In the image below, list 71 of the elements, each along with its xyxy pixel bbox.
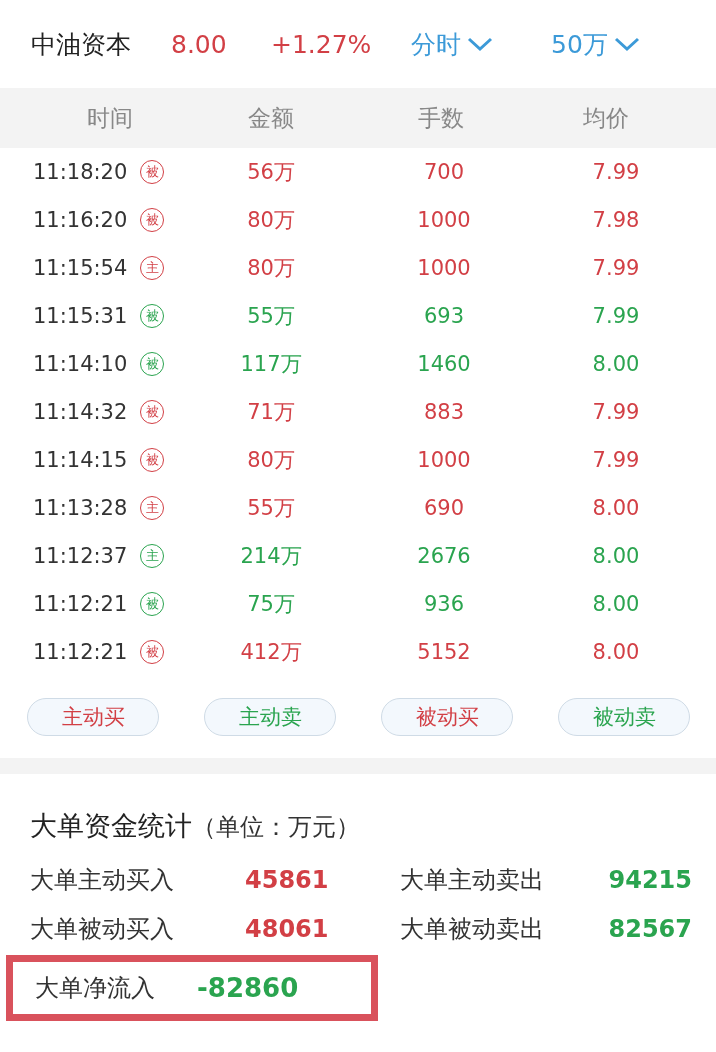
trade-lots: 1000 [417,448,471,472]
stat-value: 48061 [245,915,330,943]
trade-amount: 214万 [240,543,302,570]
trade-lots: 1460 [417,352,471,376]
filter-button[interactable]: 被动卖 [558,698,690,736]
trade-lots: 700 [423,160,465,184]
trade-amount: 117万 [240,351,302,378]
section-title: 大单资金统计 [30,810,192,841]
chevron-down-icon [467,36,493,52]
trade-amount: 56万 [247,159,295,186]
trade-price: 8.00 [592,640,640,664]
stat-value: 45861 [245,866,330,894]
stat-value: -82860 [197,973,299,1003]
trade-lots: 5152 [417,640,471,664]
trade-time: 11:14:15 [33,448,128,472]
trade-lots: 1000 [417,208,471,232]
stat-label: 大单被动卖出 [400,914,545,945]
price-change: +1.27% [271,29,373,59]
trade-time: 11:15:31 [33,304,128,328]
trade-time: 11:18:20 [33,160,128,184]
trade-price: 7.99 [592,304,640,328]
trade-lots: 690 [423,496,465,520]
filter-button[interactable]: 主动买 [27,698,159,736]
trade-amount: 55万 [247,303,295,330]
chevron-down-icon [613,36,640,52]
trade-lots: 693 [423,304,465,328]
trade-price: 7.99 [592,160,640,184]
trade-price: 7.99 [592,448,640,472]
trade-time: 11:12:21 [33,640,128,664]
trade-time: 11:13:28 [33,496,128,520]
threshold-dropdown[interactable]: 50万 [551,27,691,61]
column-header: 手数 [418,103,464,133]
trade-amount: 412万 [240,639,302,666]
trade-amount: 75万 [247,591,295,618]
stat-label: 大单主动买入 [30,865,175,896]
trade-price: 8.00 [592,496,640,520]
trade-price: 7.99 [592,400,640,424]
stat-value: 82567 [607,915,692,943]
trade-amount: 80万 [247,447,295,474]
trade-price: 7.98 [592,208,640,232]
trade-lots: 2676 [417,544,471,568]
trade-amount: 55万 [247,495,295,522]
trade-amount: 71万 [247,399,295,426]
trade-price: 7.99 [592,256,640,280]
stock-price: 8.00 [171,29,228,59]
trade-lots: 1000 [417,256,471,280]
period-dropdown[interactable]: 分时 [411,27,551,61]
filter-button[interactable]: 主动卖 [204,698,336,736]
trade-time: 11:14:10 [33,352,128,376]
stat-label: 大单主动卖出 [400,865,545,896]
trade-amount: 80万 [247,207,295,234]
column-header: 金额 [248,103,294,133]
column-header: 均价 [583,103,629,133]
trade-lots: 936 [423,592,465,616]
trade-price: 8.00 [592,544,640,568]
trade-time: 11:15:54 [33,256,128,280]
trade-amount: 80万 [247,255,295,282]
stat-value: 94215 [607,866,692,894]
column-header: 时间 [87,103,133,133]
stock-name: 中油资本 [31,28,132,61]
trade-time: 11:12:37 [33,544,128,568]
trade-time: 11:12:21 [33,592,128,616]
stat-label: 大单被动买入 [30,914,175,945]
unit-label: （单位：万元） [192,813,360,841]
trade-time: 11:14:32 [33,400,128,424]
filter-button[interactable]: 被动买 [381,698,513,736]
trade-price: 8.00 [592,352,640,376]
trade-price: 8.00 [592,592,640,616]
trade-lots: 883 [423,400,465,424]
stat-label: 大单净流入 [35,973,155,1004]
trade-time: 11:16:20 [33,208,128,232]
